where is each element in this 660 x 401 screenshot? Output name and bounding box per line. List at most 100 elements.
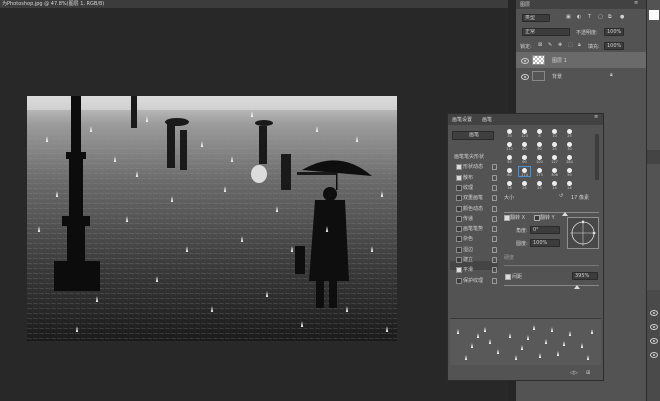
panel-menu-icon[interactable]: ≡: [594, 114, 598, 120]
layers-tab[interactable]: 图层: [520, 1, 530, 8]
brush-tip-tile[interactable]: 25: [519, 180, 530, 190]
option-checkbox[interactable]: [456, 205, 462, 212]
option-lock-icon[interactable]: [492, 195, 497, 202]
option-lock-icon[interactable]: [492, 164, 497, 171]
brush-tip-tile[interactable]: 175: [534, 167, 545, 177]
visibility-eye-icon[interactable]: [650, 310, 658, 316]
spacing-slider-knob[interactable]: [574, 285, 580, 289]
option-checkbox[interactable]: [456, 215, 462, 222]
angle-roundness-widget[interactable]: [567, 217, 599, 249]
lock-position-icon[interactable]: ✥: [558, 42, 562, 48]
brush-option-4[interactable]: 双重画笔: [450, 193, 498, 203]
brush-option-9[interactable]: 湿边: [450, 245, 498, 255]
option-lock-icon[interactable]: [492, 277, 497, 284]
brush-tip-tile[interactable]: 8: [534, 128, 545, 138]
option-checkbox[interactable]: [456, 195, 462, 202]
angle-input[interactable]: 0°: [530, 226, 560, 234]
option-checkbox[interactable]: [456, 267, 462, 274]
visibility-eye-icon[interactable]: [650, 338, 658, 344]
brush-tip-tile[interactable]: 284: [564, 154, 575, 164]
brush-option-0[interactable]: 画笔笔尖形状: [450, 152, 498, 162]
option-lock-icon[interactable]: [492, 226, 497, 233]
option-checkbox[interactable]: [456, 226, 462, 233]
brush-option-8[interactable]: 杂色: [450, 234, 498, 244]
option-checkbox[interactable]: [456, 277, 462, 284]
brush-tip-tile[interactable]: 30: [564, 141, 575, 151]
option-lock-icon[interactable]: [492, 205, 497, 212]
option-lock-icon[interactable]: [492, 174, 497, 181]
fill-input[interactable]: 100%: [604, 42, 624, 50]
lock-all-icon[interactable]: 🔒︎: [578, 42, 581, 48]
document-image[interactable]: [27, 96, 397, 341]
layer-row-1[interactable]: 图层 1: [516, 52, 646, 68]
brush-tip-tile[interactable]: 50: [534, 141, 545, 151]
option-lock-icon[interactable]: [492, 184, 497, 191]
option-lock-icon[interactable]: [492, 236, 497, 243]
brush-tip-tile[interactable]: 60: [519, 154, 530, 164]
new-brush-icon[interactable]: ⊞: [586, 370, 590, 376]
brush-presets-button[interactable]: 画笔: [452, 131, 494, 140]
brush-tip-tile[interactable]: 80: [504, 167, 515, 177]
brush-tip-tile[interactable]: 25: [534, 180, 545, 190]
visibility-eye-icon[interactable]: [521, 58, 529, 64]
option-checkbox[interactable]: [456, 164, 462, 171]
brush-tip-tile[interactable]: 174: [518, 166, 531, 177]
layer-row-background[interactable]: 背景 🔒︎: [516, 68, 646, 84]
swatch-icon[interactable]: [649, 10, 659, 20]
brush-tip-tile[interactable]: 112: [504, 141, 515, 151]
option-checkbox[interactable]: [456, 174, 462, 181]
option-checkbox[interactable]: [456, 184, 462, 191]
brush-option-12[interactable]: 保护纹理: [450, 276, 498, 286]
option-checkbox[interactable]: [456, 236, 462, 243]
filter-pixel-icon[interactable]: ▣: [566, 14, 571, 20]
brush-tip-tile[interactable]: 16: [504, 180, 515, 190]
filter-smart-icon[interactable]: ⧉: [608, 14, 612, 20]
brush-tip-tile[interactable]: 25: [549, 141, 560, 151]
brush-option-1[interactable]: 形状动态: [450, 162, 498, 172]
collapsed-panel-icon[interactable]: [647, 150, 660, 164]
brush-option-11[interactable]: 平滑: [450, 265, 498, 275]
lock-artboard-icon[interactable]: ⬚: [568, 42, 573, 48]
brush-tip-tile[interactable]: 50: [504, 154, 515, 164]
layer-name[interactable]: 背景: [552, 73, 562, 80]
panel-menu-icon[interactable]: ≡: [634, 0, 638, 6]
brush-option-2[interactable]: 散布: [450, 173, 498, 183]
brush-tip-tile[interactable]: 30: [504, 128, 515, 138]
option-checkbox[interactable]: [456, 246, 462, 253]
lock-pixels-icon[interactable]: ⊠: [538, 42, 542, 48]
brush-tip-tile[interactable]: 10: [549, 128, 560, 138]
brush-tip-tile[interactable]: 24: [564, 180, 575, 190]
brush-tip-tile[interactable]: 127: [549, 154, 560, 164]
brush-tip-tile[interactable]: 60: [519, 141, 530, 151]
option-lock-icon[interactable]: [492, 215, 497, 222]
option-checkbox[interactable]: [456, 257, 462, 263]
spacing-checkbox[interactable]: [505, 274, 511, 280]
brush-tip-tile[interactable]: 50: [564, 167, 575, 177]
size-value[interactable]: 17 像素: [571, 194, 589, 201]
brush-tip-tile[interactable]: 25: [564, 128, 575, 138]
brush-tip-tile[interactable]: 306: [549, 167, 560, 177]
filter-adjust-icon[interactable]: ◐: [577, 14, 581, 20]
roundness-input[interactable]: 100%: [530, 239, 560, 247]
opacity-input[interactable]: 100%: [604, 28, 624, 36]
visibility-eye-icon[interactable]: [650, 352, 658, 358]
brush-option-5[interactable]: 颜色动态: [450, 204, 498, 214]
visibility-eye-icon[interactable]: [650, 324, 658, 330]
reset-size-icon[interactable]: ↺: [559, 193, 563, 199]
brush-tip-tile[interactable]: 100: [534, 154, 545, 164]
brush-option-3[interactable]: 纹理: [450, 183, 498, 193]
tab-brushes[interactable]: 画笔: [482, 116, 492, 123]
option-lock-icon[interactable]: [492, 246, 497, 253]
brush-tip-tile[interactable]: 123: [519, 128, 530, 138]
toggle-live-tip-icon[interactable]: ◁▷: [570, 370, 578, 376]
option-lock-icon[interactable]: [492, 257, 497, 263]
hardness-slider-track[interactable]: [504, 265, 599, 266]
document-tab[interactable]: 为Photoshop.jpg @ 47.8%(图层 1, RGB/8): [0, 0, 162, 8]
brush-option-10[interactable]: 建立: [450, 255, 498, 265]
option-lock-icon[interactable]: [492, 267, 497, 274]
brush-option-7[interactable]: 画笔笔势: [450, 224, 498, 234]
tab-brush-settings[interactable]: 画笔设置: [452, 116, 472, 123]
visibility-eye-icon[interactable]: [521, 74, 529, 80]
blend-mode-select[interactable]: 正常: [522, 28, 570, 36]
layer-name[interactable]: 图层 1: [552, 57, 567, 64]
